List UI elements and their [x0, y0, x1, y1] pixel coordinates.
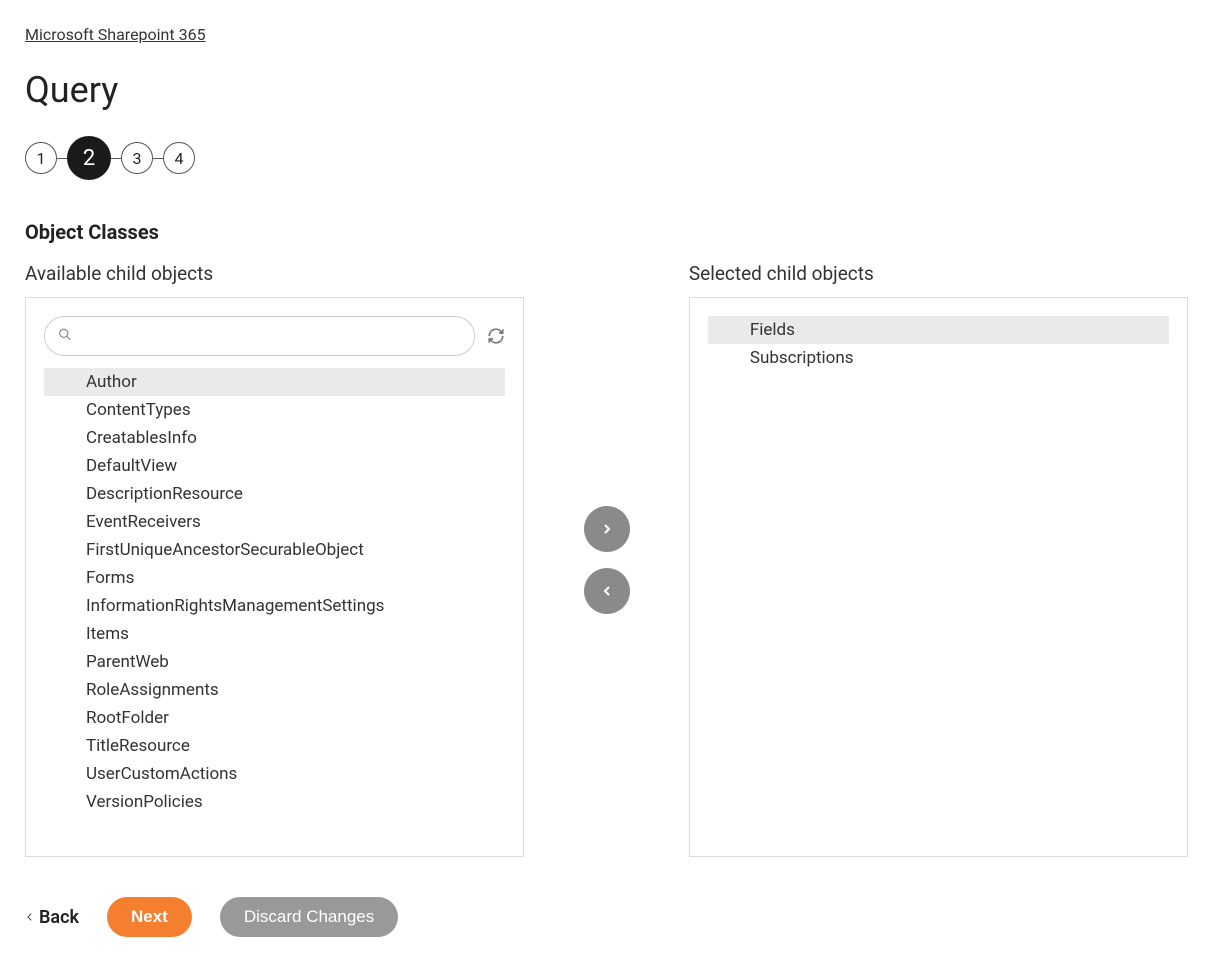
step-connector [111, 158, 121, 159]
selected-item[interactable]: Fields [708, 316, 1169, 344]
available-item[interactable]: FirstUniqueAncestorSecurableObject [44, 536, 505, 564]
available-item[interactable]: InformationRightsManagementSettings [44, 592, 505, 620]
selected-label: Selected child objects [689, 262, 1188, 285]
available-item[interactable]: DescriptionResource [44, 480, 505, 508]
search-input[interactable] [44, 316, 475, 356]
available-list: AuthorContentTypesCreatablesInfoDefaultV… [44, 368, 505, 816]
transfer-controls [524, 262, 689, 857]
discard-button[interactable]: Discard Changes [220, 897, 398, 937]
selected-panel: FieldsSubscriptions [689, 297, 1188, 857]
available-item[interactable]: DefaultView [44, 452, 505, 480]
chevron-right-icon [599, 521, 615, 537]
available-item[interactable]: RoleAssignments [44, 676, 505, 704]
next-button[interactable]: Next [107, 897, 192, 937]
step-connector [153, 158, 163, 159]
stepper: 1234 [25, 136, 1188, 180]
chevron-left-icon [599, 583, 615, 599]
available-column: Available child objects [25, 262, 524, 857]
available-item[interactable]: ContentTypes [44, 396, 505, 424]
available-item[interactable]: VersionPolicies [44, 788, 505, 816]
available-item[interactable]: Forms [44, 564, 505, 592]
available-item[interactable]: UserCustomActions [44, 760, 505, 788]
available-item[interactable]: TitleResource [44, 732, 505, 760]
step-3[interactable]: 3 [121, 142, 153, 174]
footer: Back Next Discard Changes [25, 897, 1188, 937]
section-heading: Object Classes [25, 220, 1188, 244]
page-title: Query [25, 69, 1188, 111]
available-item[interactable]: RootFolder [44, 704, 505, 732]
breadcrumb-link[interactable]: Microsoft Sharepoint 365 [25, 25, 206, 44]
available-panel: AuthorContentTypesCreatablesInfoDefaultV… [25, 297, 524, 857]
object-classes-columns: Available child objects [25, 262, 1188, 857]
step-2[interactable]: 2 [67, 136, 111, 180]
back-button[interactable]: Back [25, 907, 79, 928]
step-1[interactable]: 1 [25, 142, 57, 174]
selected-column: Selected child objects FieldsSubscriptio… [689, 262, 1188, 857]
available-item[interactable]: ParentWeb [44, 648, 505, 676]
search-row [44, 316, 505, 356]
selected-item[interactable]: Subscriptions [708, 344, 1169, 372]
back-label: Back [39, 907, 79, 928]
refresh-button[interactable] [487, 327, 505, 345]
search-icon [58, 327, 72, 346]
available-item[interactable]: Items [44, 620, 505, 648]
step-connector [57, 158, 67, 159]
search-wrap [44, 316, 475, 356]
move-left-button[interactable] [584, 568, 630, 614]
refresh-icon [487, 327, 505, 345]
available-label: Available child objects [25, 262, 524, 285]
available-item[interactable]: EventReceivers [44, 508, 505, 536]
step-4[interactable]: 4 [163, 142, 195, 174]
available-item[interactable]: CreatablesInfo [44, 424, 505, 452]
chevron-left-icon [25, 910, 35, 924]
selected-list: FieldsSubscriptions [708, 316, 1169, 372]
available-item[interactable]: Author [44, 368, 505, 396]
move-right-button[interactable] [584, 506, 630, 552]
